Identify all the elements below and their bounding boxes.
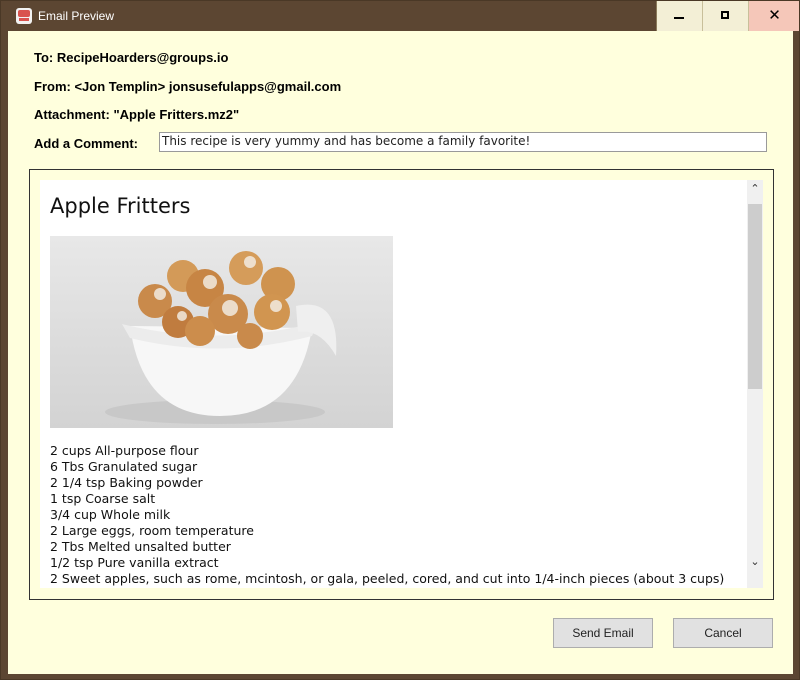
maximize-button[interactable]	[702, 1, 748, 31]
recipe-preview-frame: Apple Fritters 2 cups All-purpose flour …	[29, 169, 774, 600]
recipe-photo	[50, 236, 393, 428]
recipe-preview[interactable]: Apple Fritters 2 cups All-purpose flour …	[40, 180, 747, 588]
ingredient-line: 1 tsp Coarse salt	[50, 491, 156, 506]
send-email-button[interactable]: Send Email	[553, 618, 653, 648]
email-preview-window: Email Preview ✕ To: RecipeHoarders@group…	[0, 0, 800, 680]
close-button[interactable]: ✕	[748, 1, 799, 31]
comment-input[interactable]: This recipe is very yummy and has become…	[159, 132, 767, 152]
ingredient-line: 2 Tbs Melted unsalted butter	[50, 539, 231, 554]
maximize-icon	[721, 11, 729, 19]
ingredient-list: 2 cups All-purpose flour 6 Tbs Granulate…	[50, 443, 724, 587]
cancel-button[interactable]: Cancel	[673, 618, 773, 648]
comment-label: Add a Comment:	[34, 136, 138, 151]
ingredient-line: 2 Sweet apples, such as rome, mcintosh, …	[50, 571, 725, 586]
minimize-button[interactable]	[656, 1, 702, 31]
app-icon	[16, 8, 32, 24]
scrollbar-thumb[interactable]	[748, 204, 762, 389]
preview-scrollbar[interactable]: ⌃ ⌄	[747, 180, 763, 588]
close-icon: ✕	[768, 7, 781, 24]
from-line: From: <Jon Templin> jonsusefulapps@gmail…	[34, 79, 342, 94]
recipe-photo-art	[105, 251, 337, 424]
attachment-line: Attachment: "Apple Fritters.mz2"	[34, 107, 240, 122]
ingredient-line: 2 cups All-purpose flour	[50, 443, 199, 458]
ingredient-line: 2 1/4 tsp Baking powder	[50, 475, 203, 490]
ingredient-line: 1/2 tsp Pure vanilla extract	[50, 555, 219, 570]
ingredient-line: 3/4 cup Whole milk	[50, 507, 171, 522]
dialog-body: To: RecipeHoarders@groups.io From: <Jon …	[8, 31, 793, 674]
window-title: Email Preview	[38, 9, 115, 23]
recipe-title: Apple Fritters	[50, 194, 191, 218]
scroll-up-icon[interactable]: ⌃	[747, 182, 763, 200]
scroll-down-icon[interactable]: ⌄	[747, 555, 763, 573]
title-bar[interactable]: Email Preview ✕	[1, 1, 799, 31]
ingredient-line: 2 Large eggs, room temperature	[50, 523, 254, 538]
ingredient-line: 6 Tbs Granulated sugar	[50, 459, 198, 474]
minimize-icon	[674, 17, 684, 19]
to-line: To: RecipeHoarders@groups.io	[34, 50, 229, 65]
